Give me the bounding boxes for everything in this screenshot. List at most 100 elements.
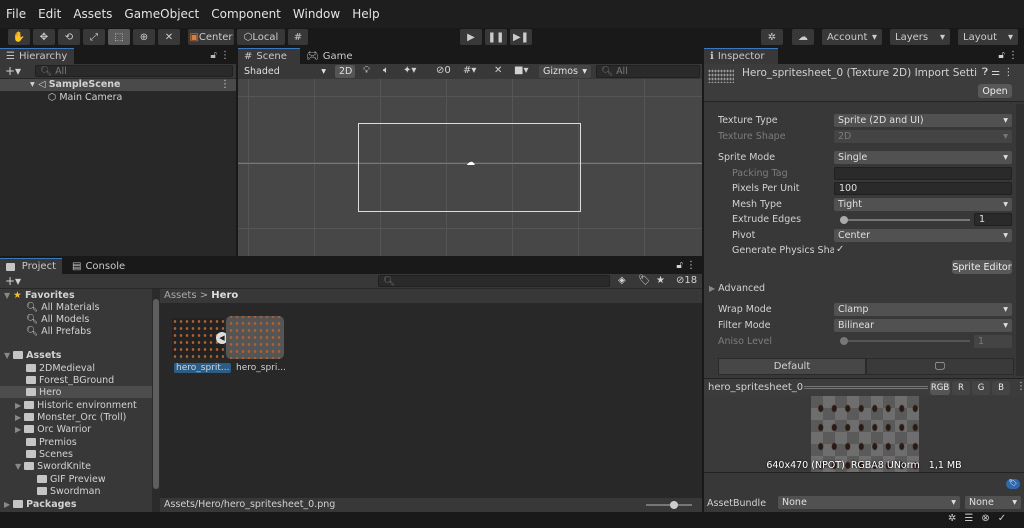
sub-asset-thumbnail[interactable] — [226, 316, 284, 359]
menu-help[interactable]: Help — [352, 7, 379, 21]
layers-dropdown[interactable]: Layers ▾ — [890, 29, 950, 45]
pixels-per-unit-input[interactable]: 100 — [834, 182, 1012, 195]
services-icon[interactable]: ✲ — [761, 29, 783, 45]
asset-label-selected[interactable]: hero_sprit... — [174, 363, 232, 373]
tree-folder[interactable]: ▶ Orc Warrior — [15, 424, 91, 435]
tree-favorites[interactable]: ▼ ★ Favorites — [4, 290, 75, 301]
tree-folder-hero[interactable]: Hero — [26, 387, 62, 398]
platform-tab-default[interactable]: Default — [718, 358, 866, 375]
tree-assets[interactable]: ▼ Assets — [4, 350, 61, 361]
texture-type-dropdown[interactable]: Sprite (2D and UI) ▾ — [834, 114, 1012, 127]
camera-icon[interactable]: ■▾ — [514, 65, 528, 76]
hierarchy-search-input[interactable]: 🔍︎ All — [35, 65, 233, 77]
extrude-edges-input[interactable]: 1 — [974, 213, 1012, 226]
breadcrumb-assets[interactable]: Assets — [164, 290, 197, 301]
hierarchy-item-main-camera[interactable]: ⬡ Main Camera — [48, 92, 122, 103]
wrap-mode-dropdown[interactable]: Clamp ▾ — [834, 303, 1012, 316]
step-button[interactable]: ▶❚ — [510, 29, 532, 45]
tree-folder[interactable]: Premios — [26, 437, 77, 448]
add-icon[interactable]: +▾ — [5, 274, 21, 288]
generate-physics-shape-checkbox[interactable]: ✓ — [836, 244, 844, 255]
tree-folder[interactable]: ▼ SwordKnite — [15, 461, 91, 472]
pivot-local-button[interactable]: ⬡ Local — [237, 29, 285, 45]
project-search-input[interactable]: 🔍︎ — [378, 275, 610, 287]
menu-edit[interactable]: Edit — [38, 7, 61, 21]
inspector-scrollbar[interactable] — [1016, 104, 1024, 376]
hidden-objects-icon[interactable]: ⊘0 — [436, 65, 451, 76]
channel-b-button[interactable]: B — [992, 381, 1010, 395]
account-dropdown[interactable]: Account ▾ — [822, 29, 882, 45]
play-button[interactable]: ▶ — [460, 29, 482, 45]
cloud-icon[interactable]: ☁ — [792, 29, 814, 45]
menu-gameobject[interactable]: GameObject — [124, 7, 199, 21]
breadcrumb-hero[interactable]: Hero — [211, 290, 238, 301]
pause-button[interactable]: ❚❚ — [485, 29, 507, 45]
open-button[interactable]: Open — [978, 84, 1012, 98]
tab-project[interactable]: Project — [0, 258, 62, 274]
tree-all-materials[interactable]: 🔍︎ All Materials — [26, 302, 99, 313]
network-icon[interactable]: ⊗ — [981, 513, 997, 524]
lock-icon[interactable]: 🔓︎ ⋮ — [676, 260, 696, 271]
extrude-edges-slider[interactable] — [840, 216, 970, 224]
tree-all-models[interactable]: 🔍︎ All Models — [26, 314, 89, 325]
grid-icon[interactable]: #▾ — [463, 65, 476, 76]
menu-window[interactable]: Window — [293, 7, 340, 21]
scene-search-input[interactable]: 🔍︎ All — [596, 65, 700, 78]
camera-gizmo-icon[interactable]: ☁ — [466, 158, 475, 168]
assetbundle-dropdown[interactable]: None ▾ — [778, 496, 960, 509]
tree-folder[interactable]: ▶ Historic environment — [15, 400, 137, 411]
menu-component[interactable]: Component — [211, 7, 281, 21]
platform-tab-standalone[interactable]: 🖵︎ — [866, 358, 1014, 375]
transform-tool-icon[interactable]: ⊕ — [133, 29, 155, 45]
tree-folder[interactable]: GIF Preview — [37, 474, 106, 485]
tab-inspector[interactable]: ℹ Inspector — [704, 48, 778, 64]
pivot-center-button[interactable]: ▣ Center — [188, 29, 234, 45]
assetbundle-variant-dropdown[interactable]: None ▾ — [965, 496, 1021, 509]
label-icon[interactable]: 🏷︎ — [638, 275, 651, 286]
sprite-editor-button[interactable]: Sprite Editor — [952, 260, 1012, 274]
tab-game[interactable]: 🎮︎ Game — [300, 48, 356, 64]
effects-icon[interactable]: ✦▾ — [403, 65, 416, 76]
audio-icon[interactable]: 🔈︎ — [383, 65, 389, 76]
custom-tool-icon[interactable]: ✕ — [158, 29, 180, 45]
help-icon[interactable]: ❓︎ ⚌ ⋮ — [982, 67, 1013, 78]
preview-resize-handle[interactable] — [804, 386, 928, 389]
move-tool-icon[interactable]: ✥ — [33, 29, 55, 45]
layout-dropdown[interactable]: Layout ▾ — [958, 29, 1018, 45]
tree-folder[interactable]: Forest_BGround — [26, 375, 114, 386]
cache-icon[interactable]: ☰ — [964, 513, 981, 524]
tree-folder[interactable]: Scenes — [26, 449, 73, 460]
filter-mode-dropdown[interactable]: Bilinear ▾ — [834, 319, 1012, 332]
tree-folder[interactable]: ▶ Monster_Orc (Troll) — [15, 412, 126, 423]
grid-snap-icon[interactable]: # — [288, 29, 308, 45]
label-tag-icon[interactable]: 🏷︎ — [1006, 479, 1020, 489]
lock-icon[interactable]: 🔓︎ ⋮ — [998, 50, 1018, 61]
bug-icon[interactable]: ✲ — [948, 513, 964, 524]
tab-console[interactable]: ▤ Console — [66, 258, 130, 274]
check-icon[interactable]: ✓ — [998, 513, 1014, 524]
tab-hierarchy[interactable]: ☰ Hierarchy — [0, 48, 74, 64]
more-icon[interactable]: ⋮ — [1016, 381, 1024, 392]
menu-assets[interactable]: Assets — [73, 7, 112, 21]
tree-all-prefabs[interactable]: 🔍︎ All Prefabs — [26, 326, 91, 337]
shading-dropdown[interactable]: Shaded ▾ — [240, 65, 330, 78]
menu-file[interactable]: File — [6, 7, 26, 21]
packing-tag-input[interactable] — [834, 167, 1012, 180]
scale-tool-icon[interactable]: ⤢ — [83, 29, 105, 45]
mesh-type-dropdown[interactable]: Tight ▾ — [834, 198, 1012, 211]
tree-folder[interactable]: 2DMedieval — [26, 363, 95, 374]
rect-tool-icon[interactable]: ⬚ — [108, 29, 130, 45]
hidden-packages-icon[interactable]: ⊘18 — [676, 275, 697, 286]
advanced-foldout[interactable]: ▶ Advanced — [709, 283, 765, 294]
light-icon[interactable]: 💡︎ — [363, 65, 370, 76]
tree-folder[interactable]: Swordman — [37, 486, 100, 497]
favorite-icon[interactable]: ★ — [656, 275, 665, 286]
tools-icon[interactable]: ✕ — [494, 65, 502, 76]
scene-row[interactable]: ▾ ◁ SampleScene ⋮ — [0, 79, 236, 91]
rotate-tool-icon[interactable]: ⟲ — [58, 29, 80, 45]
hand-tool-icon[interactable]: ✋ — [8, 29, 30, 45]
tree-packages[interactable]: ▶ Packages — [4, 499, 77, 510]
add-icon[interactable]: +▾ — [5, 64, 21, 78]
2d-toggle[interactable]: 2D — [335, 65, 355, 78]
sprite-mode-dropdown[interactable]: Single ▾ — [834, 151, 1012, 164]
